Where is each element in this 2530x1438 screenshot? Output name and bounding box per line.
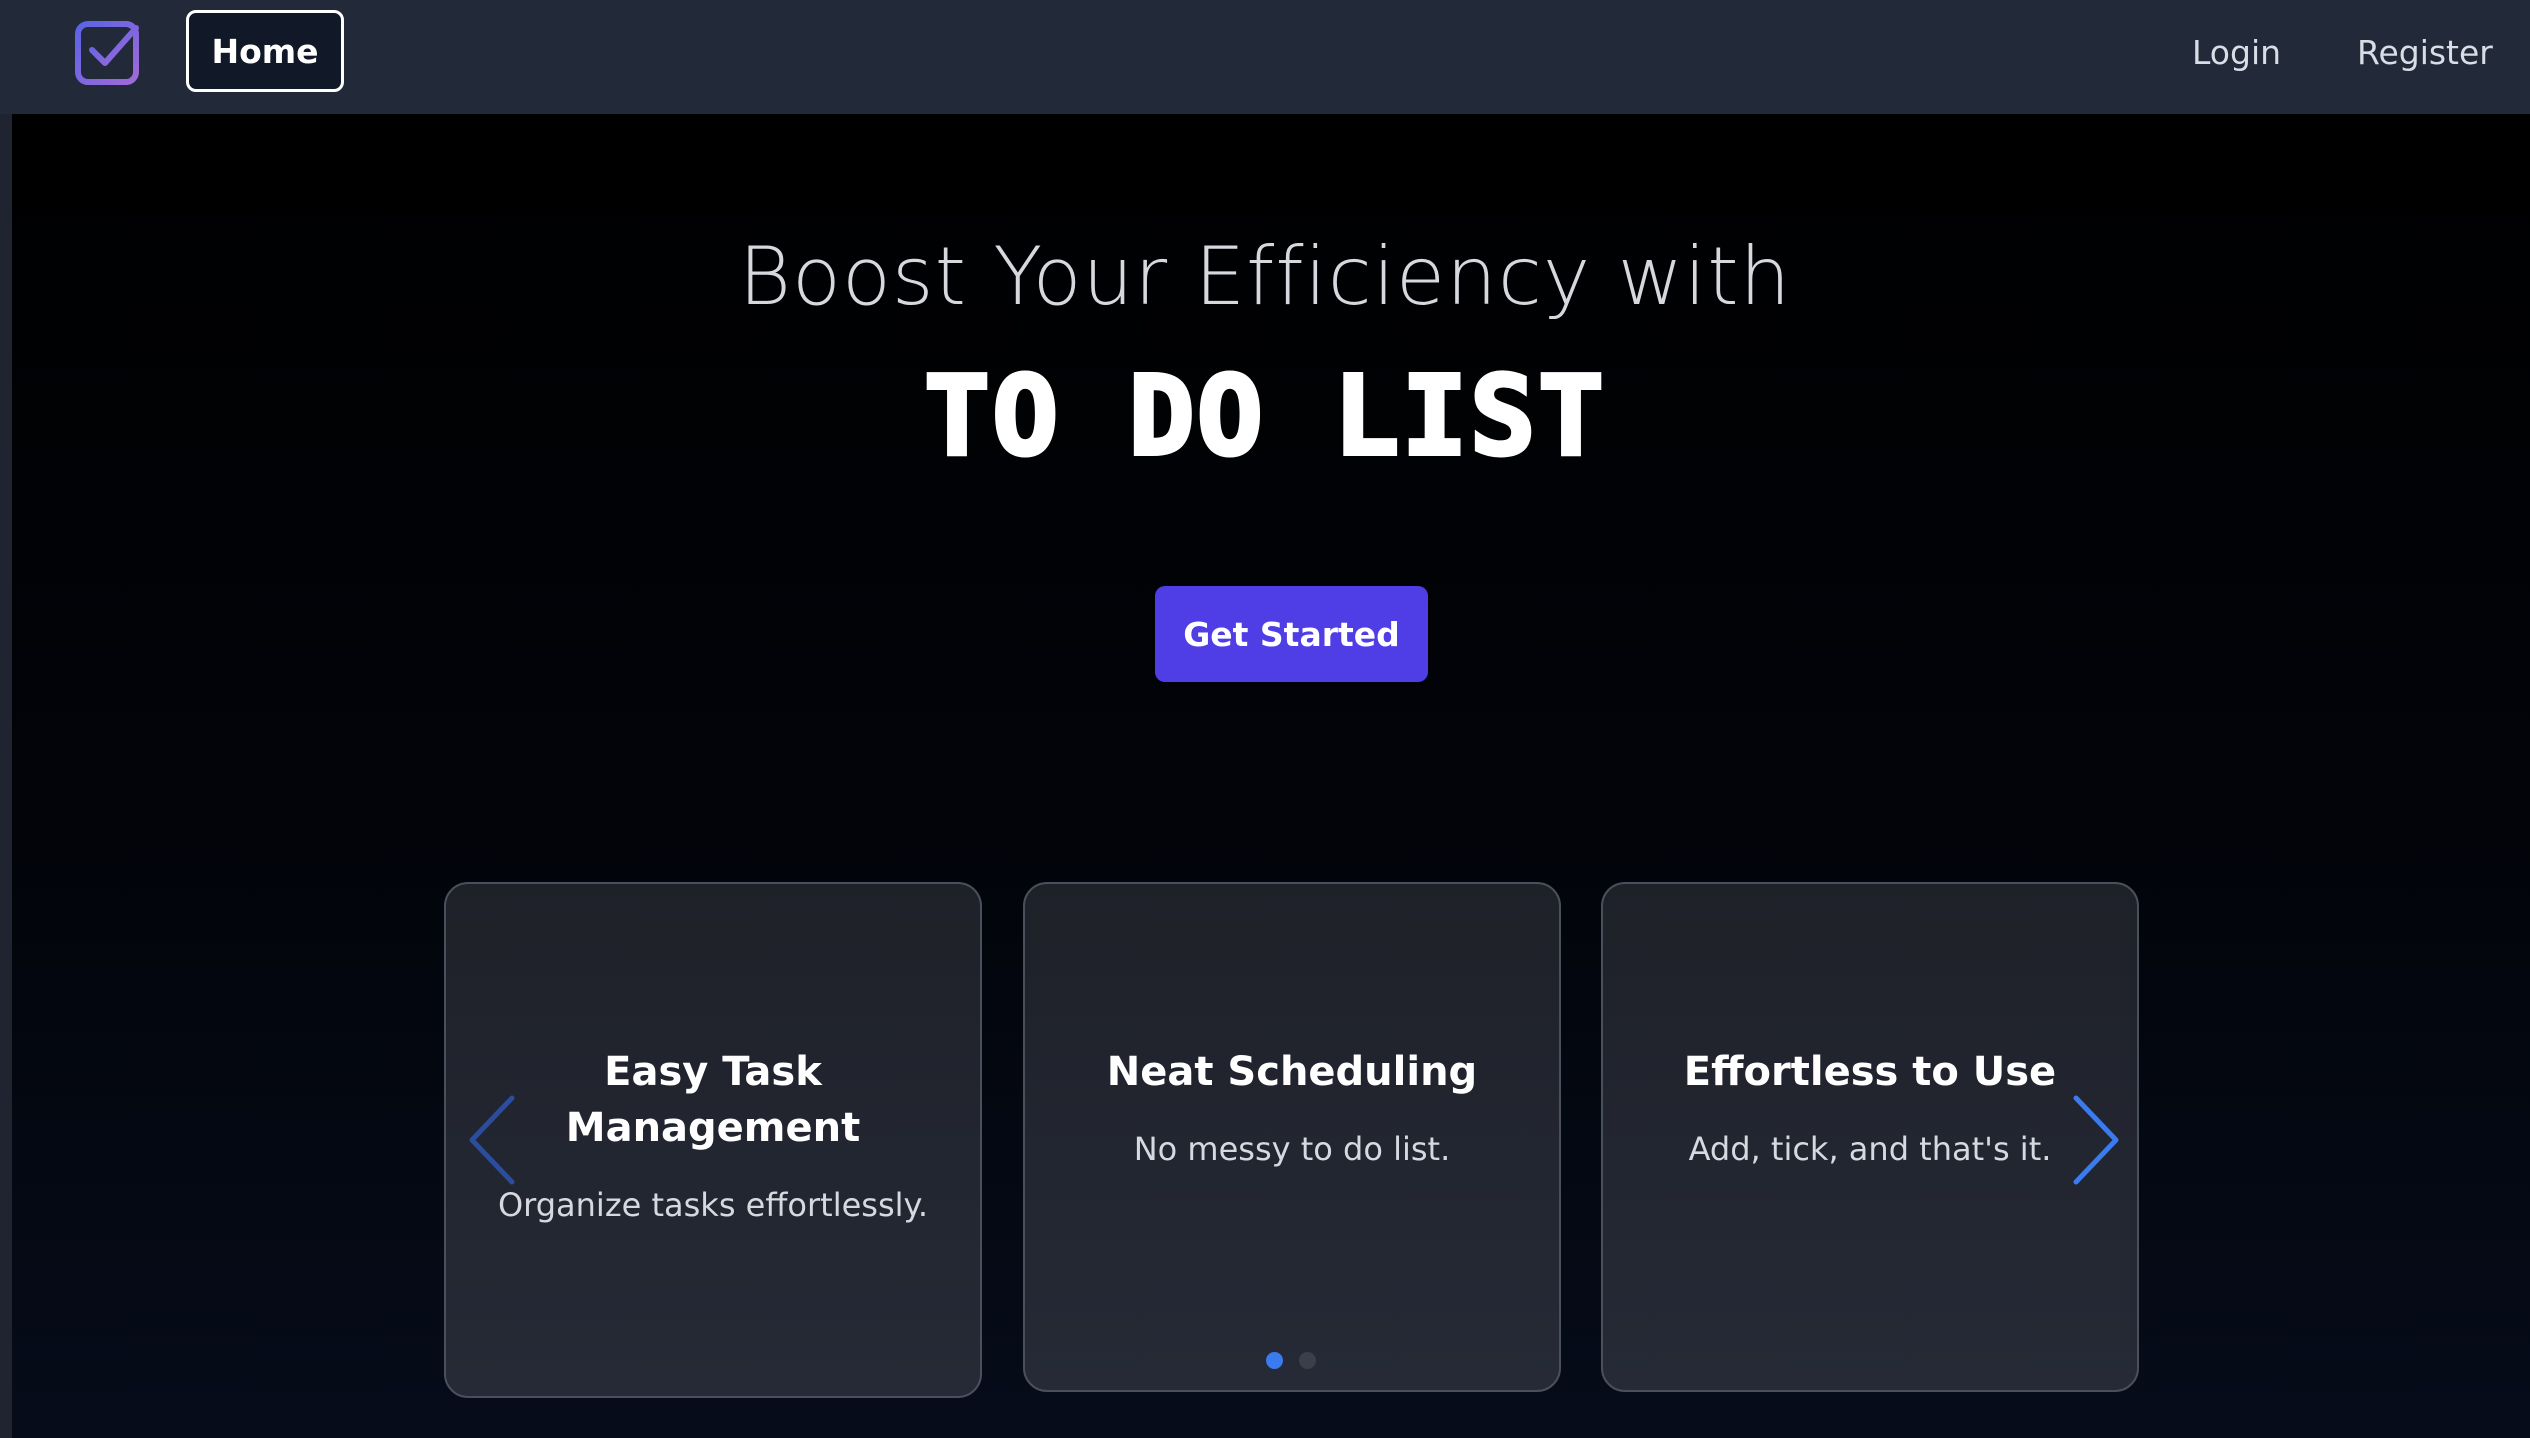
nav-home-button[interactable]: Home: [186, 10, 344, 92]
hero-subtitle: Boost Your Efficiency with: [738, 230, 1792, 323]
feature-card-title: Effortless to Use: [1683, 1049, 2057, 1095]
feature-card-description: Organize tasks effortlessly.: [497, 1186, 929, 1224]
feature-card-title: Easy Task Management: [565, 1049, 861, 1151]
top-navbar: Home Login Register: [0, 0, 2530, 114]
feature-card-effortless: Effortless to Use Add, tick, and that's …: [1601, 882, 2139, 1392]
feature-card-description: Add, tick, and that's it.: [1688, 1130, 2052, 1168]
feature-card-description: No messy to do list.: [1133, 1130, 1451, 1168]
hero-title: TO DO LIST: [922, 350, 1607, 482]
carousel-dot-1[interactable]: [1266, 1352, 1283, 1369]
checkbox-logo-icon[interactable]: [72, 16, 144, 88]
carousel-pagination: [1266, 1352, 1316, 1369]
feature-card-title: Neat Scheduling: [1106, 1049, 1478, 1095]
nav-login-link[interactable]: Login: [2192, 24, 2281, 80]
nav-register-link[interactable]: Register: [2357, 24, 2493, 80]
carousel-dot-2[interactable]: [1299, 1352, 1316, 1369]
chevron-left-icon[interactable]: [462, 1090, 522, 1190]
feature-card-easy-task: Easy Task Management Organize tasks effo…: [444, 882, 982, 1398]
feature-card-neat-scheduling: Neat Scheduling No messy to do list.: [1023, 882, 1561, 1392]
get-started-button[interactable]: Get Started: [1155, 586, 1428, 682]
chevron-right-icon[interactable]: [2066, 1090, 2126, 1190]
